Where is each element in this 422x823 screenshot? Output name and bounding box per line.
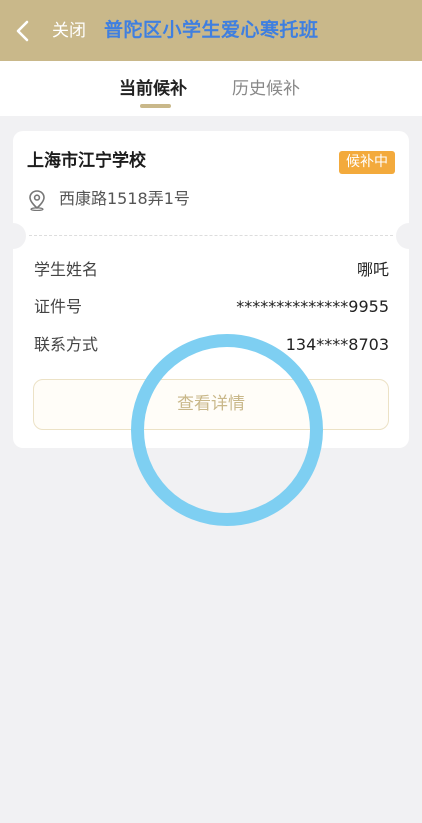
id-number-label: 证件号 — [34, 297, 83, 316]
page-title: 普陀区小学生爱心寒托班 — [104, 19, 319, 41]
location-pin-icon — [29, 190, 45, 211]
contact-value: 134****8703 — [285, 335, 389, 354]
id-number-value: **************9955 — [236, 297, 389, 316]
view-details-button[interactable]: 查看详情 — [33, 379, 389, 430]
close-button[interactable]: 关闭 — [52, 19, 86, 43]
contact-label: 联系方式 — [34, 335, 99, 354]
student-name-value: 哪吒 — [356, 260, 389, 279]
student-name-label: 学生姓名 — [34, 260, 99, 279]
tab-current-waitlist[interactable]: 当前候补 — [119, 77, 187, 101]
tab-bar: 当前候补 历史候补 — [0, 61, 422, 116]
status-badge: 候补中 — [339, 151, 395, 174]
waitlist-card: 上海市江宁学校 候补中 西康路1518弄1号 学生姓名 哪吒 证件号 *****… — [0, 131, 422, 448]
tab-history-waitlist[interactable]: 历史候补 — [232, 77, 300, 101]
dashed-divider — [29, 235, 393, 236]
card-notch-left — [0, 223, 26, 249]
school-name: 上海市江宁学校 — [27, 151, 146, 171]
active-tab-indicator — [140, 104, 171, 108]
school-address: 西康路1518弄1号 — [59, 189, 190, 208]
chevron-left-icon[interactable] — [14, 20, 32, 42]
top-bar: 关闭 普陀区小学生爱心寒托班 — [0, 0, 422, 61]
card-notch-right — [396, 223, 422, 249]
